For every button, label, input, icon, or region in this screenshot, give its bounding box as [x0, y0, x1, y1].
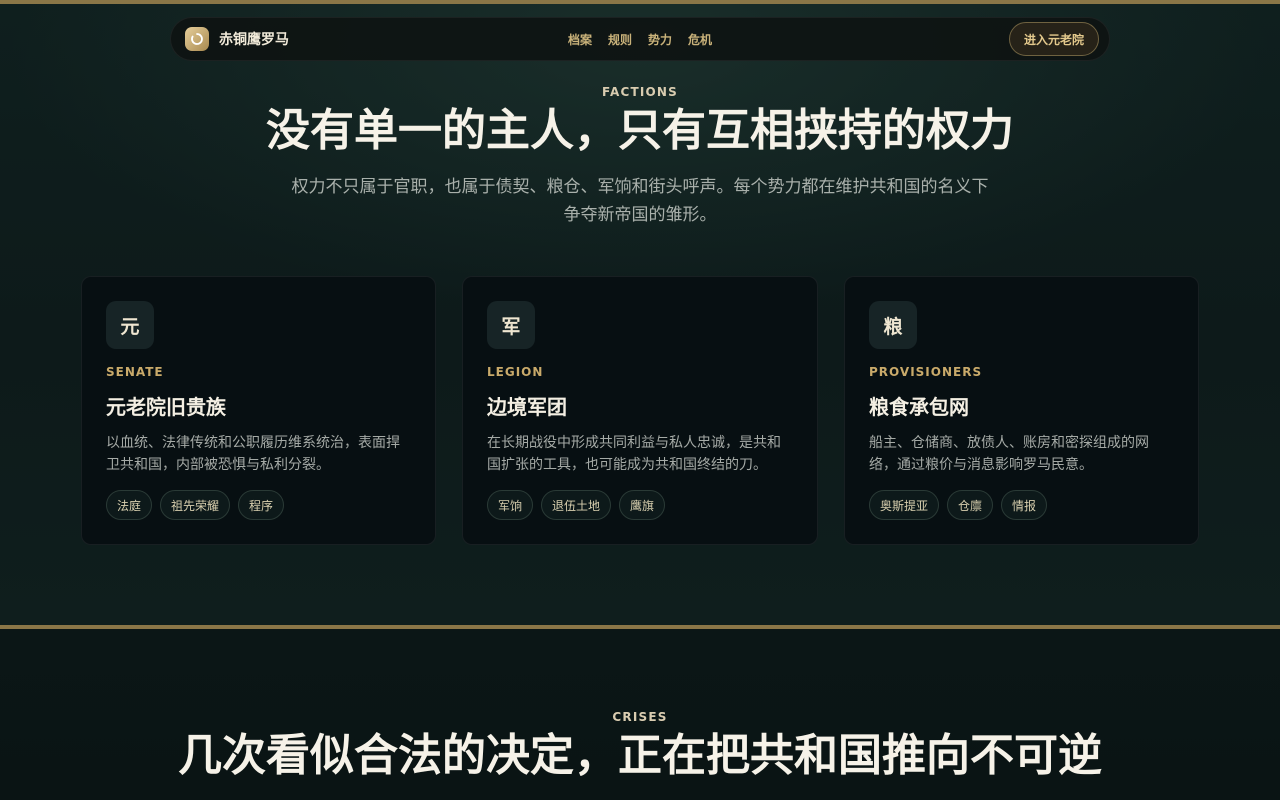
grain-glyph-icon: 粮 [869, 301, 917, 349]
tag: 鹰旗 [619, 490, 666, 520]
card-kicker: PROVISIONERS [869, 365, 983, 379]
tag: 军饷 [487, 490, 534, 520]
brand-logo-icon [185, 27, 209, 51]
nav-link-rules[interactable]: 规则 [608, 31, 632, 48]
card-tags: 奥斯提亚 仓廪 情报 [869, 490, 1174, 520]
brand-name: 赤铜鹰罗马 [219, 32, 289, 48]
enter-senate-button[interactable]: 进入元老院 [1008, 22, 1099, 56]
tag: 退伍土地 [541, 490, 612, 520]
faction-card-legion[interactable]: 军 LEGION 边境军团 在长期战役中形成共同利益与私人忠诚，是共和国扩张的工… [462, 276, 818, 545]
nav-link-crises[interactable]: 危机 [688, 31, 712, 48]
card-title: 边境军团 [487, 395, 567, 419]
card-kicker: LEGION [487, 365, 544, 379]
factions-title: 没有单一的主人，只有互相挟持的权力 [266, 105, 1014, 156]
card-tags: 法庭 祖先荣耀 程序 [106, 490, 411, 520]
card-tags: 军饷 退伍土地 鹰旗 [487, 490, 793, 520]
tag: 祖先荣耀 [160, 490, 231, 520]
card-title: 元老院旧贵族 [106, 395, 226, 419]
factions-eyebrow: FACTIONS [601, 85, 679, 99]
card-description: 以血统、法律传统和公职履历维系统治，表面捍卫共和国，内部被恐惧与私利分裂。 [106, 435, 400, 473]
crises-eyebrow: CRISES [612, 710, 668, 724]
card-title: 粮食承包网 [869, 395, 969, 419]
legion-glyph-icon: 军 [487, 301, 535, 349]
nav-links: 档案 规则 势力 危机 [568, 31, 712, 48]
faction-card-senate[interactable]: 元 SENATE 元老院旧贵族 以血统、法律传统和公职履历维系统治，表面捍卫共和… [81, 276, 436, 545]
card-kicker: SENATE [106, 365, 164, 379]
crises-title: 几次看似合法的决定，正在把共和国推向不可逆 [178, 730, 1102, 781]
tag: 程序 [238, 490, 285, 520]
card-description: 在长期战役中形成共同利益与私人忠诚，是共和国扩张的工具，也可能成为共和国终结的刀… [487, 435, 781, 473]
tag: 法庭 [106, 490, 153, 520]
tag: 情报 [1001, 490, 1048, 520]
nav-link-factions[interactable]: 势力 [648, 31, 672, 48]
nav-link-archives[interactable]: 档案 [568, 31, 592, 48]
top-nav: 赤铜鹰罗马 档案 规则 势力 危机 进入元老院 [170, 17, 1110, 61]
tag: 仓廪 [947, 490, 994, 520]
senate-glyph-icon: 元 [106, 301, 154, 349]
card-description: 船主、仓储商、放债人、账房和密探组成的网络，通过粮价与消息影响罗马民意。 [869, 435, 1149, 473]
factions-lede: 权力不只属于官职，也属于债契、粮仓、军饷和街头呼声。每个势力都在维护共和国的名义… [291, 177, 989, 225]
faction-card-provisioners[interactable]: 粮 PROVISIONERS 粮食承包网 船主、仓储商、放债人、账房和密探组成的… [844, 276, 1199, 545]
brand[interactable]: 赤铜鹰罗马 [185, 27, 289, 51]
tag: 奥斯提亚 [869, 490, 940, 520]
